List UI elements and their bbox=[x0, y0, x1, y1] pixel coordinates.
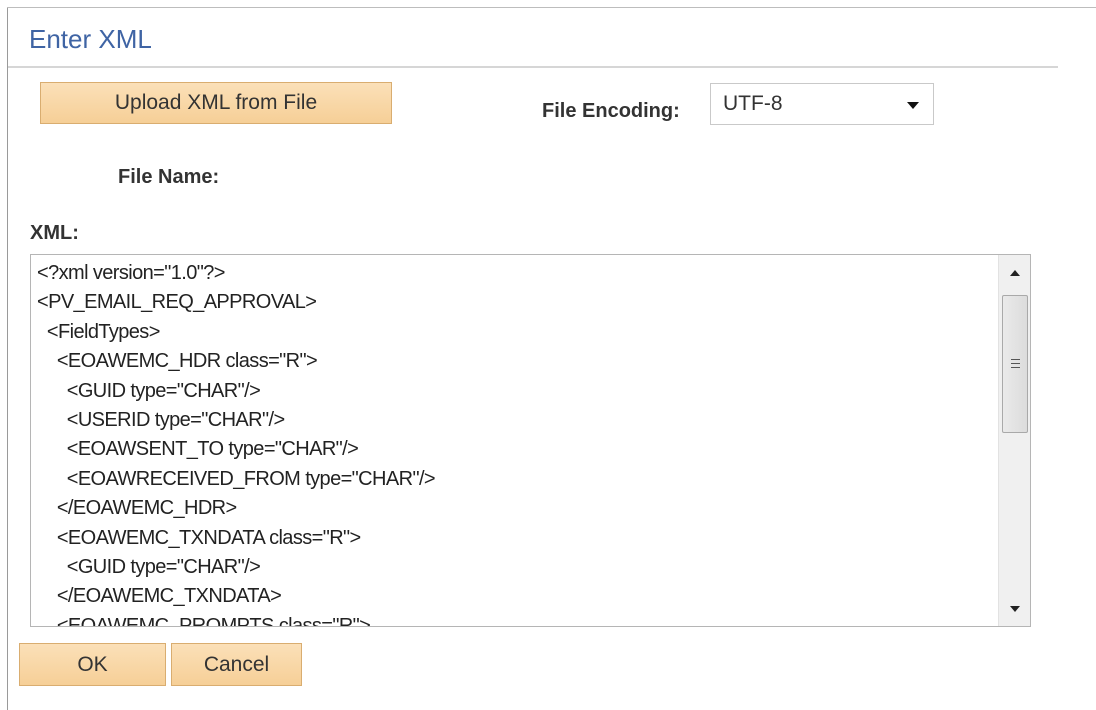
xml-line: <EOAWEMC_TXNDATA class="R"> bbox=[37, 526, 361, 549]
grip-icon bbox=[1011, 363, 1020, 364]
upload-xml-button[interactable]: Upload XML from File bbox=[40, 82, 392, 124]
xml-line: <PV_EMAIL_REQ_APPROVAL> bbox=[37, 291, 317, 314]
xml-line: </EOAWEMC_HDR> bbox=[37, 497, 237, 520]
ok-button[interactable]: OK bbox=[19, 643, 166, 686]
scrollbar-thumb[interactable] bbox=[1002, 295, 1028, 433]
xml-line: <USERID type="CHAR"/> bbox=[37, 408, 285, 431]
xml-line: </EOAWEMC_TXNDATA> bbox=[37, 585, 282, 608]
cancel-button[interactable]: Cancel bbox=[171, 643, 302, 686]
grip-icon bbox=[1011, 367, 1020, 368]
xml-label: XML: bbox=[30, 222, 79, 244]
xml-line: <EOAWSENT_TO type="CHAR"/> bbox=[37, 438, 359, 461]
dialog-top-border bbox=[7, 7, 1096, 8]
xml-content[interactable]: <?xml version="1.0"?> <PV_EMAIL_REQ_APPR… bbox=[37, 259, 992, 627]
xml-line: <EOAWEMC_HDR class="R"> bbox=[37, 350, 318, 373]
dialog-title: Enter XML bbox=[29, 24, 152, 54]
chevron-down-icon bbox=[907, 102, 919, 109]
file-encoding-select[interactable]: UTF-8 bbox=[710, 83, 934, 125]
file-encoding-value: UTF-8 bbox=[723, 92, 783, 115]
dialog-left-border bbox=[7, 7, 8, 710]
xml-line: <GUID type="CHAR"/> bbox=[37, 379, 261, 402]
xml-line: <EOAWEMC_PROMPTS class="R"> bbox=[37, 614, 371, 627]
scroll-down-arrow-icon[interactable] bbox=[1010, 606, 1020, 612]
grip-icon bbox=[1011, 359, 1020, 360]
vertical-scrollbar[interactable] bbox=[998, 255, 1030, 626]
file-name-label: File Name: bbox=[118, 166, 220, 188]
xml-line: <?xml version="1.0"?> bbox=[37, 262, 225, 284]
xml-line: <EOAWRECEIVED_FROM type="CHAR"/> bbox=[37, 467, 436, 490]
scroll-up-arrow-icon[interactable] bbox=[1010, 270, 1020, 276]
title-divider bbox=[8, 66, 1058, 68]
file-encoding-label: File Encoding: bbox=[542, 100, 680, 122]
xml-line: <FieldTypes> bbox=[37, 320, 160, 343]
xml-line: <GUID type="CHAR"/> bbox=[37, 555, 261, 578]
xml-textarea[interactable]: <?xml version="1.0"?> <PV_EMAIL_REQ_APPR… bbox=[30, 254, 1031, 627]
